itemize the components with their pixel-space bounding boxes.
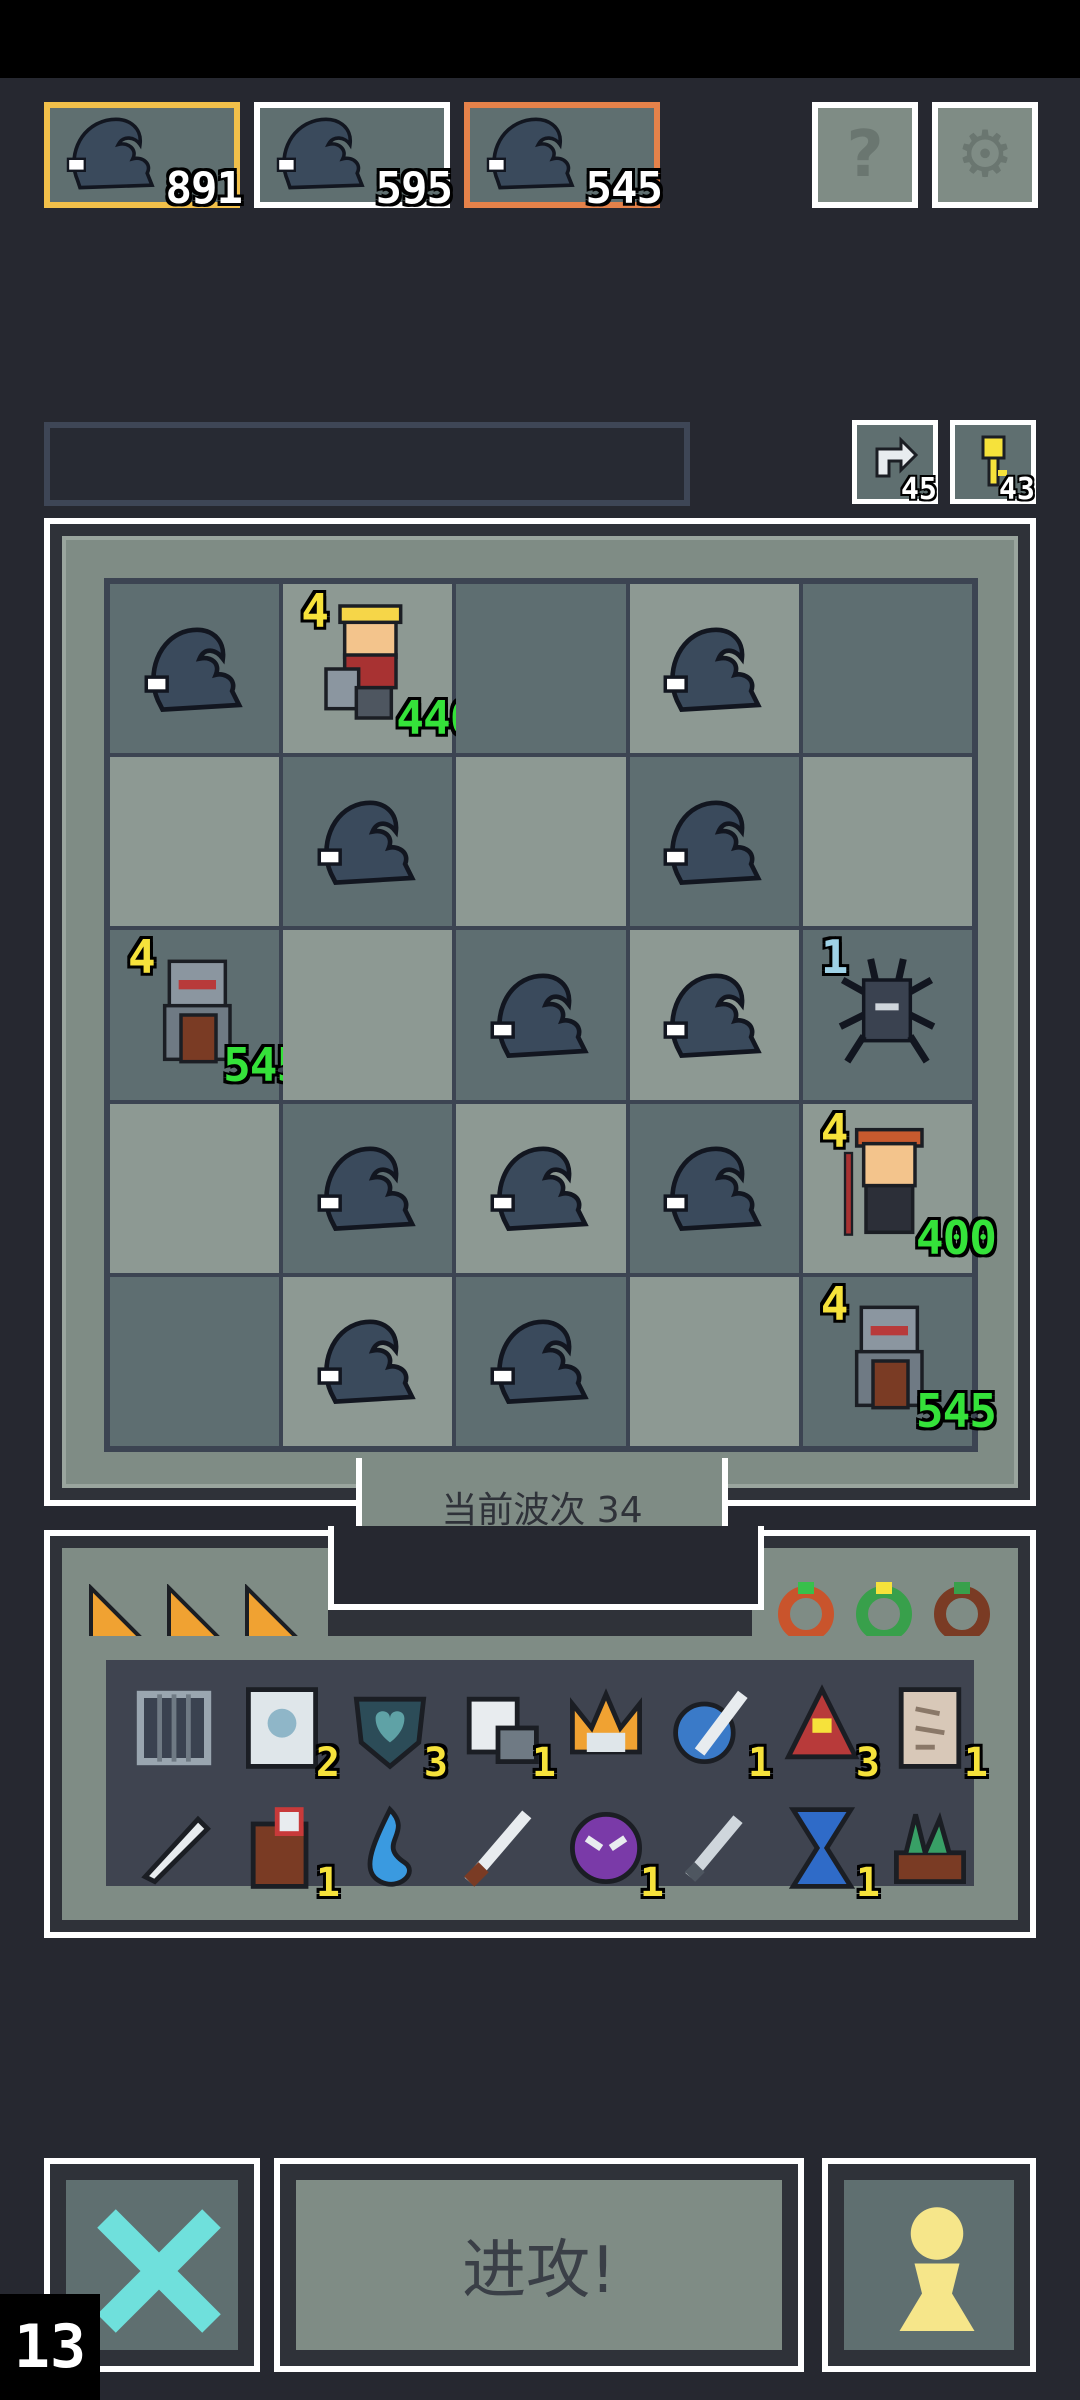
board-cell[interactable]: [456, 930, 626, 1100]
heart-shield-icon[interactable]: 3: [342, 1680, 448, 1786]
key-count: 43: [998, 472, 1035, 507]
enemy-blob-icon: [317, 1146, 416, 1232]
crossed-swords-icon: [97, 2209, 221, 2333]
step-counter: 13: [0, 2294, 100, 2400]
enemy-blob-icon: [66, 117, 155, 190]
reroll-count: 45: [900, 472, 937, 507]
hourglass-icon[interactable]: 1: [774, 1800, 880, 1906]
enemy-blob-icon: [663, 800, 762, 885]
ring-icon[interactable]: [776, 1578, 836, 1642]
ice-scroll-icon[interactable]: 2: [234, 1680, 340, 1786]
help-button[interactable]: ?: [812, 102, 918, 208]
board-cell[interactable]: [456, 757, 626, 927]
unit-level: 4: [820, 1276, 849, 1331]
attack-button[interactable]: 进攻!: [274, 2158, 804, 2372]
ring-icon[interactable]: [854, 1578, 914, 1642]
dagger-icon[interactable]: [126, 1800, 222, 1896]
name-bar: [44, 422, 690, 506]
board-cell[interactable]: [629, 584, 799, 754]
board-cell[interactable]: [283, 1103, 453, 1273]
red-cloak-icon[interactable]: 3: [774, 1680, 880, 1786]
enemy-portrait-2[interactable]: 595: [254, 102, 453, 214]
board-cell[interactable]: [110, 1103, 280, 1273]
board-cell[interactable]: [283, 1276, 453, 1446]
board-cell[interactable]: [456, 1276, 626, 1446]
board-cell[interactable]: 4 545: [802, 1276, 997, 1446]
board-cell[interactable]: [629, 1103, 799, 1273]
board-cell[interactable]: 4 446: [283, 584, 477, 754]
unit-level: 1: [820, 930, 849, 985]
board-cell[interactable]: [802, 757, 972, 927]
board-cell[interactable]: 4 400: [802, 1103, 997, 1273]
crown-icon[interactable]: [558, 1680, 654, 1776]
enemy-blob-icon: [276, 117, 365, 190]
enemy-blob-icon: [663, 1146, 762, 1232]
enemy-blob-icon: [317, 800, 416, 885]
game-board: 4 446 4 545 1 4 400 4 545: [44, 518, 1036, 1506]
board-cell[interactable]: [110, 1276, 280, 1446]
pawn-icon: [899, 2207, 975, 2331]
enemy-blob-icon: [486, 117, 575, 190]
reroll-button[interactable]: 45: [852, 420, 938, 507]
wooden-totem-icon[interactable]: 1: [234, 1800, 340, 1906]
board-cell[interactable]: 4 545: [110, 930, 304, 1100]
blue-flame-icon[interactable]: [342, 1800, 438, 1896]
ring-tabs: [752, 1548, 1018, 1648]
status-bar: [0, 0, 1080, 78]
board-cell[interactable]: [629, 1276, 799, 1446]
crystal-rock-icon[interactable]: [882, 1800, 978, 1896]
unit-level: 4: [820, 1103, 849, 1158]
inventory-slots: 2 3 1 1 3 1 1 1 1: [106, 1660, 988, 1906]
board-cell[interactable]: [629, 930, 799, 1100]
board-cell[interactable]: [802, 584, 972, 754]
purple-demon-icon[interactable]: 1: [558, 1800, 664, 1906]
ring-icon[interactable]: [932, 1578, 992, 1642]
enemy-blob-icon: [490, 1319, 589, 1405]
board-cell[interactable]: [629, 757, 799, 927]
attack-label: 进攻!: [462, 2234, 616, 2308]
short-sword-icon[interactable]: [666, 1800, 762, 1896]
gear-icon: ⚙: [956, 118, 1014, 192]
enemy-blob-icon: [317, 1319, 416, 1405]
unit-button[interactable]: [822, 2158, 1036, 2372]
settings-button[interactable]: ⚙: [932, 102, 1038, 208]
key-button[interactable]: 43: [950, 420, 1036, 507]
cage-icon[interactable]: [126, 1680, 222, 1776]
enemy-blob-icon: [490, 1146, 589, 1232]
amber-shard-icon[interactable]: [164, 1584, 226, 1644]
enemy-portrait-1[interactable]: 891: [44, 102, 243, 214]
inventory-panel: 2 3 1 1 3 1 1 1 1: [44, 1526, 1036, 1938]
amber-shard-icon[interactable]: [242, 1584, 304, 1644]
enemy-count: 891: [165, 163, 243, 214]
amber-shard-icon[interactable]: [86, 1584, 148, 1644]
enemy-portrait-3[interactable]: 545: [464, 102, 663, 214]
board-grid: 4 446 4 545 1 4 400 4 545: [104, 578, 997, 1452]
sword-icon[interactable]: [450, 1800, 546, 1896]
board-cell[interactable]: [110, 757, 280, 927]
enemy-count: 545: [585, 163, 663, 214]
feather-shield-icon[interactable]: 1: [666, 1680, 772, 1786]
board-cell[interactable]: [110, 584, 280, 754]
question-icon: ?: [846, 118, 884, 192]
board-cell[interactable]: 1: [802, 930, 972, 1100]
enemy-blob-icon: [663, 973, 762, 1058]
unit-hp: 400: [915, 1210, 997, 1265]
unit-level: 4: [128, 930, 156, 985]
enemy-blob-icon: [490, 973, 589, 1058]
potion-tabs: [62, 1548, 328, 1648]
old-map-icon[interactable]: 1: [882, 1680, 988, 1786]
unit-level: 4: [301, 584, 329, 638]
board-cell[interactable]: [283, 757, 453, 927]
board-cell[interactable]: [283, 930, 453, 1100]
board-cell[interactable]: [456, 1103, 626, 1273]
enemy-blob-icon: [144, 627, 243, 712]
enemy-count: 595: [375, 163, 453, 214]
ghost-helmet-icon[interactable]: 1: [450, 1680, 556, 1786]
board-cell[interactable]: [456, 584, 626, 754]
enemy-blob-icon: [663, 627, 762, 712]
unit-hp: 545: [915, 1383, 997, 1438]
